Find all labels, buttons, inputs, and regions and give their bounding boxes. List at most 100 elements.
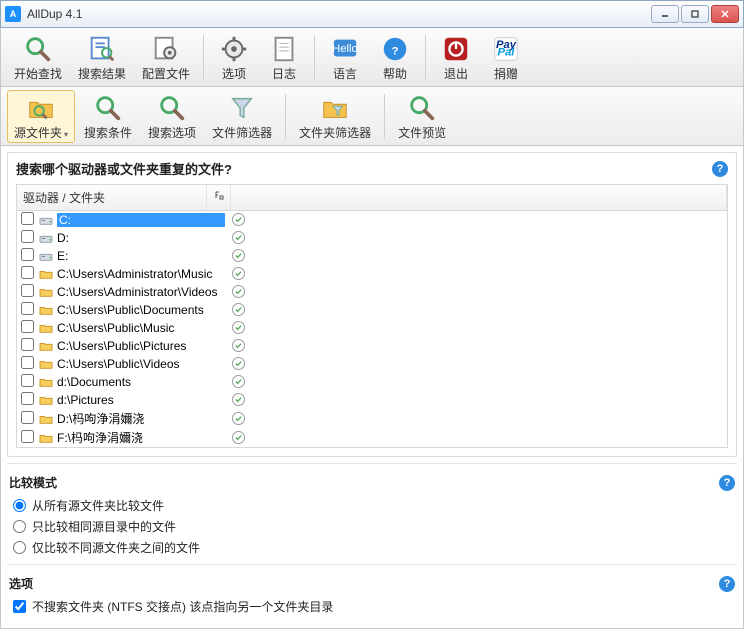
magnifier-icon [23, 34, 53, 64]
radio-input[interactable] [13, 499, 26, 512]
row-checkbox[interactable] [21, 320, 34, 333]
toolbar-label: 配置文件 [142, 65, 190, 82]
row-path: C:\Users\Administrator\Videos [57, 285, 225, 299]
row-checkbox[interactable] [21, 338, 34, 351]
help-icon[interactable]: ? [719, 576, 735, 592]
toolbar-label: 退出 [444, 65, 468, 82]
checkbox-label: 不搜索文件夹 (NTFS 交接点) 该点指向另一个文件夹目录 [32, 598, 333, 615]
donate-button[interactable]: PayPal捐赠 [482, 31, 530, 84]
checkbox-input[interactable] [13, 600, 26, 613]
table-row[interactable]: C:\Users\Public\Videos [17, 355, 727, 373]
log-button[interactable]: 日志 [260, 31, 308, 84]
check-circle-icon [232, 231, 245, 244]
row-path: C: [57, 213, 225, 227]
folder-search-icon [26, 93, 56, 123]
magnifier-icon [407, 93, 437, 123]
row-path: C:\Users\Administrator\Music [57, 267, 225, 281]
help-icon: ? [380, 34, 410, 64]
folder-icon [39, 413, 57, 425]
row-checkbox[interactable] [21, 212, 34, 225]
search-options-tab[interactable]: 搜索选项 [141, 90, 203, 143]
row-checkbox[interactable] [21, 374, 34, 387]
row-checkbox[interactable] [21, 302, 34, 315]
section-title: 选项 ? [7, 571, 737, 596]
compare-option[interactable]: 只比较相同源目录中的文件 [7, 516, 737, 537]
table-row[interactable]: E: [17, 247, 727, 265]
app-icon: A [5, 6, 21, 22]
window-buttons [651, 5, 739, 23]
row-path: C:\Users\Public\Videos [57, 357, 225, 371]
table-row[interactable]: C:\Users\Public\Music [17, 319, 727, 337]
search-result-button[interactable]: 搜索结果 [71, 31, 133, 84]
row-path: C:\Users\Public\Music [57, 321, 225, 335]
options-button[interactable]: 选项 [210, 31, 258, 84]
drive-icon [39, 232, 57, 244]
row-checkbox[interactable] [21, 284, 34, 297]
main-toolbar: 开始查找搜索结果配置文件 选项日志 Hello语言?帮助退出 PayPal捐赠 [0, 28, 744, 87]
table-row[interactable]: C:\Users\Administrator\Videos [17, 283, 727, 301]
radio-input[interactable] [13, 541, 26, 554]
table-row[interactable]: C:\Users\Administrator\Music [17, 265, 727, 283]
page-icon [269, 34, 299, 64]
row-checkbox[interactable] [21, 430, 34, 443]
close-button[interactable] [711, 5, 739, 23]
table-row[interactable]: d:\Documents [17, 373, 727, 391]
file-preview-tab[interactable]: 文件预览 [391, 90, 453, 143]
minimize-button[interactable] [651, 5, 679, 23]
toolbar-label: 开始查找 [14, 65, 62, 82]
drive-icon [39, 250, 57, 262]
gear-page-icon [151, 34, 181, 64]
folder-icon [39, 376, 57, 388]
folder-icon [39, 286, 57, 298]
magnifier-icon [157, 93, 187, 123]
compare-mode-section: 比较模式 ? 从所有源文件夹比较文件只比较相同源目录中的文件仅比较不同源文件夹之… [7, 470, 737, 558]
row-checkbox[interactable] [21, 230, 34, 243]
check-circle-icon [232, 267, 245, 280]
table-row[interactable]: C: [17, 211, 727, 229]
svg-text:?: ? [392, 46, 399, 58]
col-drive-folder[interactable]: 驱动器 / 文件夹 [17, 185, 207, 210]
row-checkbox[interactable] [21, 392, 34, 405]
exit-button[interactable]: 退出 [432, 31, 480, 84]
start-search-button[interactable]: 开始查找 [7, 31, 69, 84]
search-criteria-tab[interactable]: 搜索条件 [77, 90, 139, 143]
col-expand-icon[interactable] [207, 185, 231, 210]
check-circle-icon [232, 375, 245, 388]
table-row[interactable]: F:\杩呴浄涓嬭浇 [17, 428, 727, 447]
compare-option[interactable]: 从所有源文件夹比较文件 [7, 495, 737, 516]
folder-icon [39, 304, 57, 316]
table-row[interactable]: C:\Users\Public\Pictures [17, 337, 727, 355]
maximize-button[interactable] [681, 5, 709, 23]
table-row[interactable]: d:\Pictures [17, 391, 727, 409]
row-path: F:\杩呴浄涓嬭浇 [57, 429, 225, 446]
check-circle-icon [232, 303, 245, 316]
table-row[interactable]: D: [17, 229, 727, 247]
window-title: AllDup 4.1 [27, 7, 651, 21]
compare-option[interactable]: 仅比较不同源文件夹之间的文件 [7, 537, 737, 558]
help-icon[interactable]: ? [712, 161, 728, 177]
folder-icon [39, 358, 57, 370]
hello-icon: Hello [330, 34, 360, 64]
table-body: C: D: E: C:\Users\Administrator\Music C:… [17, 211, 727, 447]
magnifier-icon [93, 93, 123, 123]
tab-toolbar: 源文件夹▾ 搜索条件搜索选项文件筛选器 文件夹筛选器文件预览 [0, 87, 744, 146]
help-button[interactable]: ?帮助 [371, 31, 419, 84]
option-item[interactable]: 不搜索文件夹 (NTFS 交接点) 该点指向另一个文件夹目录 [7, 596, 737, 617]
radio-input[interactable] [13, 520, 26, 533]
row-checkbox[interactable] [21, 356, 34, 369]
tab-label: 文件筛选器 [212, 124, 272, 141]
table-row[interactable]: C:\Users\Public\Documents [17, 301, 727, 319]
folder-funnel-icon [320, 93, 350, 123]
row-checkbox[interactable] [21, 248, 34, 261]
file-filter-tab[interactable]: 文件筛选器 [205, 90, 279, 143]
table-row[interactable]: D:\杩呴浄涓嬭浇 [17, 409, 727, 428]
row-checkbox[interactable] [21, 411, 34, 424]
folder-filter-tab[interactable]: 文件夹筛选器 [292, 90, 378, 143]
config-file-button[interactable]: 配置文件 [135, 31, 197, 84]
help-icon[interactable]: ? [719, 475, 735, 491]
toolbar-label: 日志 [272, 65, 296, 82]
source-folders-tab[interactable]: 源文件夹▾ [7, 90, 75, 143]
tab-label: 源文件夹▾ [14, 124, 68, 141]
language-button[interactable]: Hello语言 [321, 31, 369, 84]
row-checkbox[interactable] [21, 266, 34, 279]
